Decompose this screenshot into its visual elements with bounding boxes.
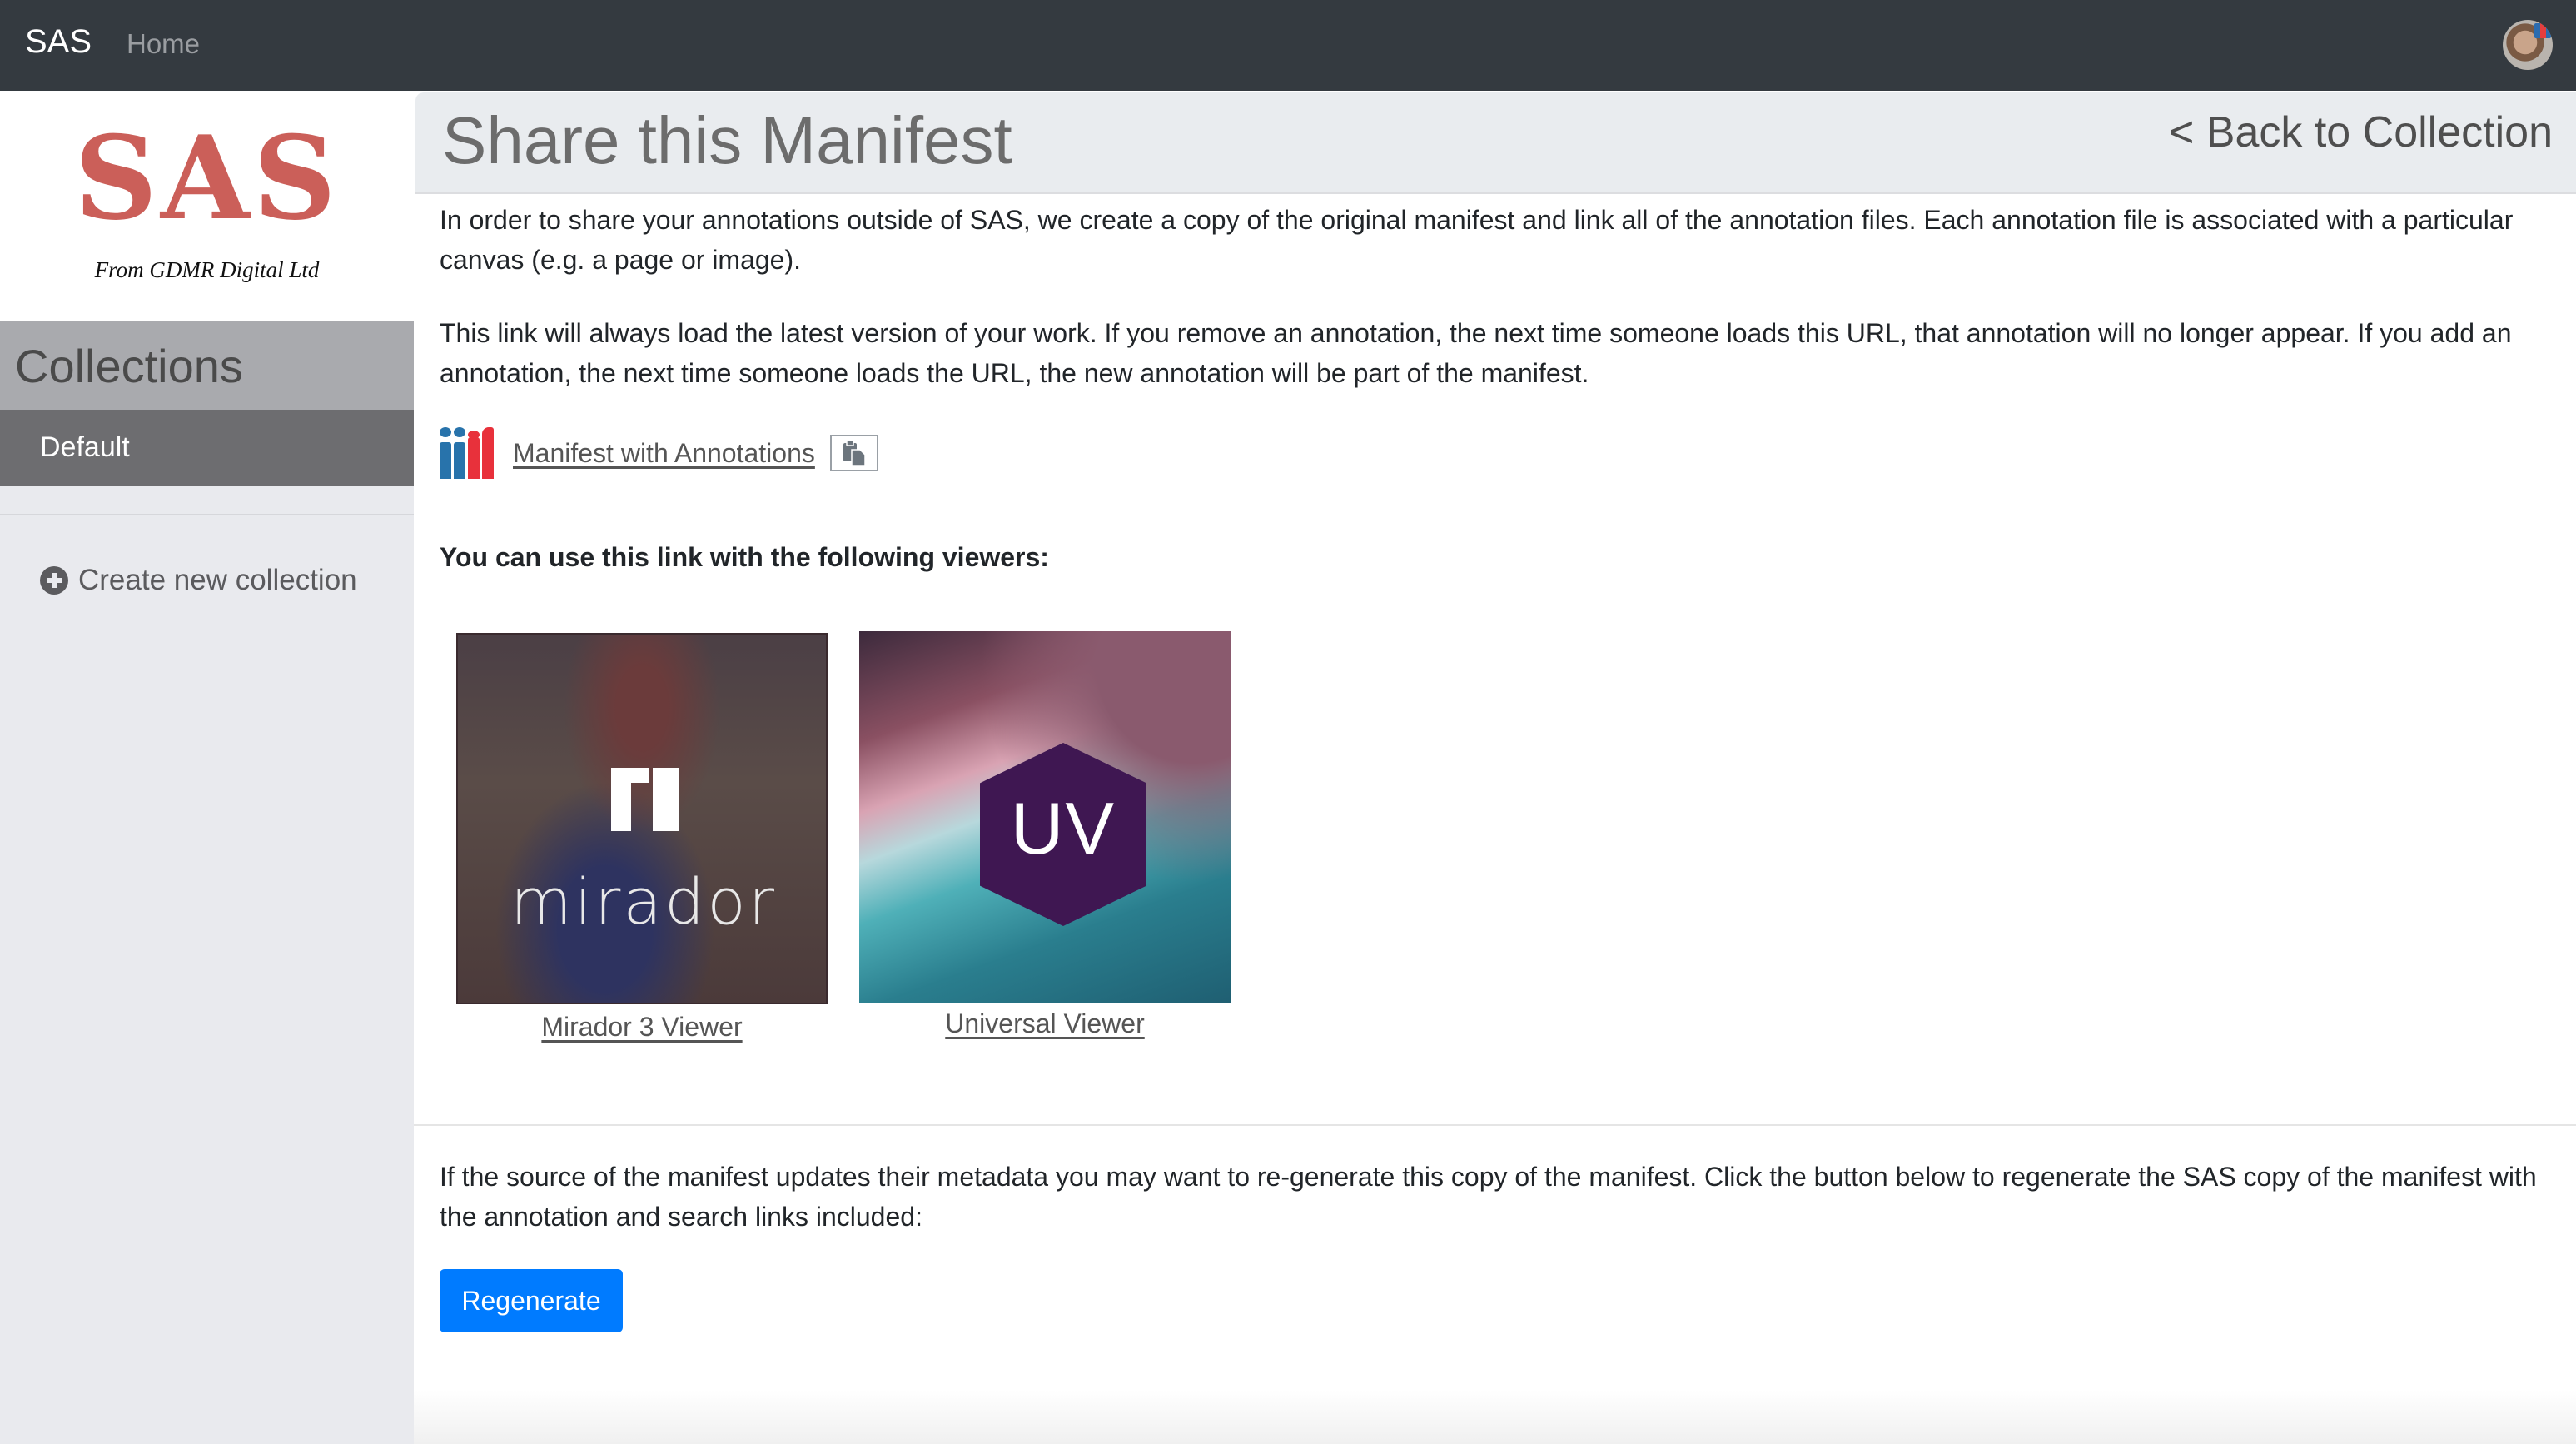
- mirador-logo-text: mirador: [510, 864, 777, 939]
- user-avatar[interactable]: [2503, 20, 2553, 70]
- mirador-viewer-thumbnail[interactable]: mirador: [456, 633, 828, 1004]
- page-header: Share this Manifest < Back to Collection: [415, 92, 2576, 194]
- top-navbar: SAS Home: [0, 0, 2576, 91]
- mirador-viewer-link[interactable]: Mirador 3 Viewer: [456, 1012, 828, 1043]
- sidebar-item-default[interactable]: Default: [0, 410, 414, 486]
- sidebar-divider: [0, 514, 414, 515]
- bottom-fade: [414, 1390, 2576, 1444]
- latest-version-paragraph: This link will always load the latest ve…: [440, 318, 2512, 388]
- uv-logo-text: UV: [1010, 787, 1116, 869]
- page-title: Share this Manifest: [442, 103, 1012, 177]
- clipboard-copy-icon: [843, 440, 866, 466]
- logo-subtitle: From GDMR Digital Ltd: [94, 257, 320, 282]
- intro-paragraph: In order to share your annotations outsi…: [440, 205, 2514, 275]
- universal-viewer-thumbnail[interactable]: UV: [859, 631, 1231, 1003]
- regenerate-button[interactable]: Regenerate: [440, 1269, 623, 1332]
- manifest-link-row: Manifest with Annotations: [440, 424, 878, 482]
- back-to-collection-link[interactable]: < Back to Collection: [2169, 107, 2553, 157]
- sidebar: SAS From GDMR Digital Ltd Collections De…: [0, 91, 414, 1444]
- collections-heading: Collections: [0, 321, 414, 410]
- copy-link-button[interactable]: [829, 435, 878, 471]
- regenerate-paragraph: If the source of the manifest updates th…: [440, 1162, 2537, 1232]
- navbar-brand[interactable]: SAS: [25, 23, 92, 61]
- viewers-heading: You can use this link with the following…: [440, 542, 1049, 572]
- iiif-logo-icon: [440, 427, 498, 479]
- mirador-logo-icon: [611, 768, 679, 831]
- universal-viewer-link[interactable]: Universal Viewer: [859, 1008, 1231, 1039]
- uv-hexagon-logo-icon: UV: [980, 743, 1146, 926]
- create-collection-link[interactable]: Create new collection: [40, 564, 357, 597]
- sas-logo: SAS From GDMR Digital Ltd: [0, 91, 414, 321]
- iiif-badge-icon: [2534, 23, 2551, 38]
- main-content: Share this Manifest < Back to Collection…: [414, 91, 2576, 1444]
- plus-circle-icon: [40, 566, 68, 595]
- logo-title: SAS: [74, 110, 340, 246]
- manifest-with-annotations-link[interactable]: Manifest with Annotations: [513, 438, 815, 469]
- nav-home-link[interactable]: Home: [127, 28, 200, 60]
- section-divider: [414, 1124, 2576, 1126]
- create-collection-label: Create new collection: [78, 564, 357, 596]
